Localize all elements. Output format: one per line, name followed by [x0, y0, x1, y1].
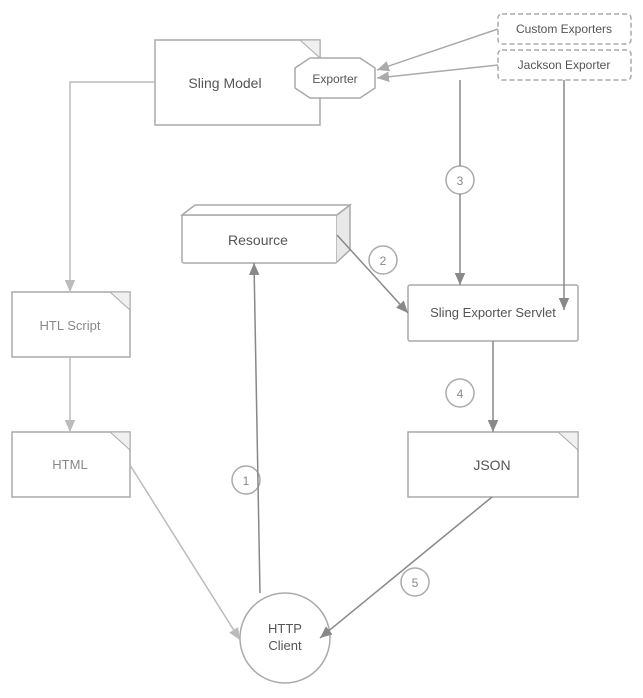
json-label: JSON: [473, 457, 510, 473]
arrow-custom-to-exporter: [377, 29, 498, 70]
htl-script-label: HTL Script: [40, 318, 101, 333]
arrow-json-to-http: [320, 497, 492, 638]
step1-label: 1: [243, 474, 250, 488]
step5-label: 5: [412, 576, 419, 590]
custom-exporters-label: Custom Exporters: [516, 22, 612, 36]
jackson-exporter-label: Jackson Exporter: [518, 58, 611, 72]
html-label: HTML: [52, 457, 87, 472]
arrow-sling-to-htl: [70, 82, 155, 292]
step4-label: 4: [457, 387, 464, 401]
http-client-label2: Client: [268, 638, 302, 653]
step2-label: 2: [380, 254, 387, 268]
arrow-html-to-http: [130, 465, 240, 640]
diagram: Custom Exporters Jackson Exporter Sling …: [0, 0, 643, 698]
http-client-label: HTTP: [268, 621, 302, 636]
arrow-jackson-to-exporter: [377, 65, 498, 78]
exporter-label: Exporter: [312, 72, 357, 86]
resource-label: Resource: [228, 232, 288, 248]
sling-exporter-servlet-label: Sling Exporter Servlet: [430, 305, 556, 320]
step3-label: 3: [457, 174, 464, 188]
sling-model-label: Sling Model: [188, 75, 261, 91]
arrow-resource-to-servlet: [337, 235, 408, 313]
arrow-http-to-resource: [254, 263, 260, 593]
